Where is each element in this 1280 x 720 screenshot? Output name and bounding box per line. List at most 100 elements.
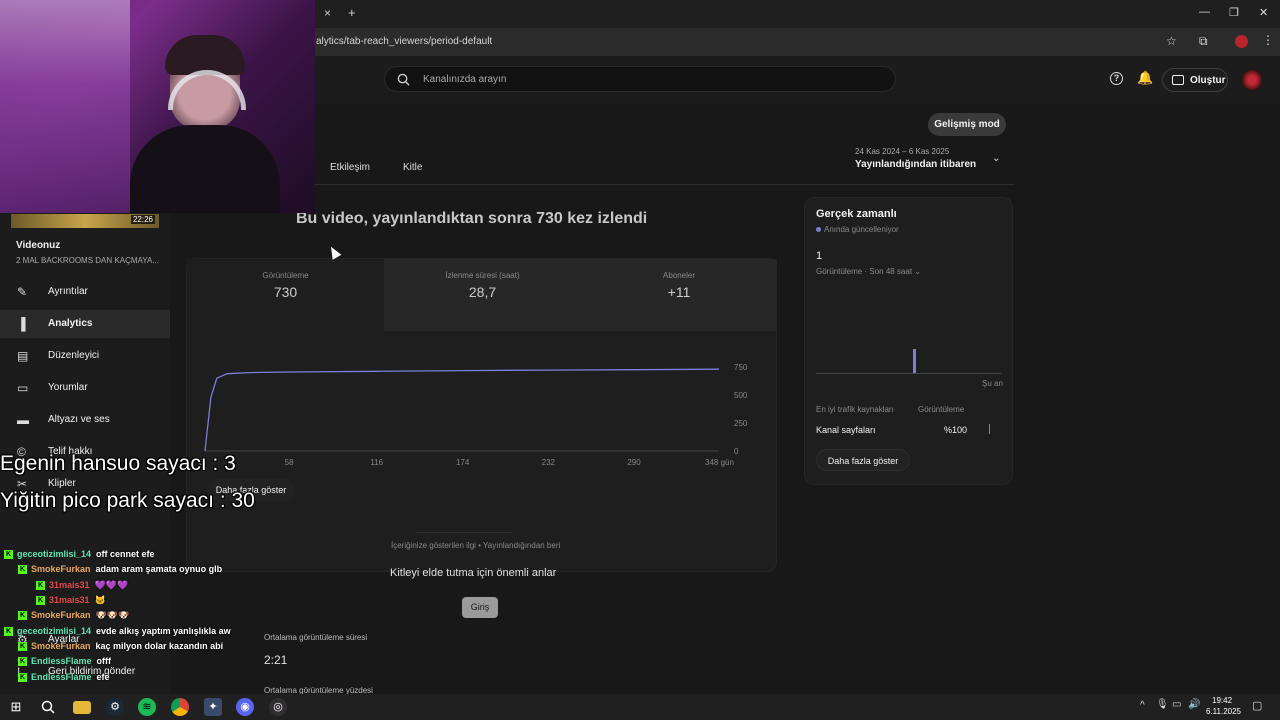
obs-icon[interactable]: ◎ [269, 698, 287, 716]
x-tick-label: 174 [456, 458, 470, 467]
chat-user: SmokeFurkan [31, 641, 91, 651]
kick-badge-icon: K [18, 673, 27, 683]
chat-message: K EndlessFlame offf [18, 656, 111, 671]
subtitles-icon: ▬ [17, 413, 29, 427]
chat-message: K SmokeFurkan 🐶🐶🐶 [18, 610, 129, 625]
chrome-icon[interactable] [171, 698, 189, 716]
metric-subscribers[interactable]: Aboneler +11 [581, 259, 777, 331]
video-thumbnail[interactable]: 22:26 [11, 214, 159, 228]
menu-dots-icon[interactable]: ⋮ [1262, 33, 1274, 47]
metric-value: +11 [667, 284, 691, 300]
views-chart: 75050025000 58 116 174 232 290 348 gün [199, 363, 748, 467]
kick-badge-icon: K [18, 565, 27, 575]
create-button[interactable]: Oluştur [1162, 68, 1228, 92]
sidebar-item-label: Yorumlar [48, 382, 88, 393]
sidebar-item-details[interactable]: ✎ Ayrıntılar [0, 278, 170, 306]
create-video-icon [1172, 75, 1184, 85]
sidebar-item-comments[interactable]: ▭ Yorumlar [0, 374, 170, 402]
discord-icon[interactable]: ◉ [236, 698, 254, 716]
restore-icon[interactable]: ❐ [1229, 6, 1239, 19]
intro-button[interactable]: Giriş [462, 597, 498, 618]
help-icon[interactable]: ? [1110, 72, 1123, 85]
key-moments-title: Kitleyi elde tutma için önemli anlar [390, 567, 557, 579]
realtime-title: Gerçek zamanlı [816, 208, 897, 220]
notification-center-icon[interactable]: ▢ [1252, 699, 1262, 712]
windows-taskbar: ⊞ ⚙ ≋ ✦ ◉ ◎ ^ 🎙 ▭ 🔊 19:42 6.11.2025 ▢ [0, 694, 1280, 720]
webcam-person-body [130, 125, 280, 213]
sidebar-item-label: Analytics [48, 318, 93, 329]
sidebar-item-analytics[interactable]: ▐ Analytics [0, 310, 170, 338]
chat-user: 31mais31 [49, 580, 90, 590]
star-icon[interactable]: ☆ [1166, 34, 1177, 48]
realtime-views-dropdown[interactable]: Görüntüleme · Son 48 saat ⌄ [816, 267, 921, 276]
search-icon[interactable] [39, 698, 57, 716]
kick-badge-icon: K [18, 657, 27, 667]
tab-audience[interactable]: Kitle [403, 162, 422, 173]
search-box[interactable]: Kanalınızda arayın [384, 66, 896, 92]
metric-label: Görüntüleme [262, 271, 309, 280]
sidebar-item-label: Ayrıntılar [48, 286, 88, 297]
chat-user: 31mais31 [49, 595, 90, 605]
sidebar-item-subtitles[interactable]: ▬ Altyazı ve ses [0, 406, 170, 434]
chat-text: 🐱 [94, 595, 106, 605]
search-icon [397, 73, 410, 86]
search-input[interactable]: Kanalınızda arayın [423, 74, 506, 85]
insight-caption: İçeriğinize gösterilen ilgi • Yayınlandı… [391, 541, 561, 550]
chat-user: EndlessFlame [31, 672, 92, 682]
webcam-overlay [0, 0, 315, 213]
chat-text: 🐶🐶🐶 [95, 610, 130, 620]
network-icon[interactable]: ▭ [1172, 699, 1181, 710]
sidebar-item-editor[interactable]: ▤ Düzenleyici [0, 342, 170, 370]
traffic-source-name: Kanal sayfaları [816, 425, 876, 435]
kick-badge-icon: K [4, 550, 13, 560]
windows-start-icon[interactable]: ⊞ [7, 698, 25, 716]
page-headline: Bu video, yayınlandıktan sonra 730 kez i… [296, 210, 648, 227]
spotify-icon[interactable]: ≋ [138, 698, 156, 716]
x-tick-label: 58 [285, 458, 294, 467]
sidebar-item-label: Klipler [48, 478, 76, 489]
tab-engagement[interactable]: Etkileşim [330, 162, 370, 173]
kick-badge-icon: K [4, 627, 13, 637]
extensions-icon[interactable]: ⧉ [1199, 34, 1208, 49]
notifications-icon[interactable]: 🔔 [1137, 70, 1153, 86]
chevron-down-icon: ⌄ [992, 153, 1001, 164]
chat-user: EndlessFlame [31, 656, 92, 666]
kick-badge-icon: K [36, 581, 45, 591]
chat-message: K SmokeFurkan adam aram şamata oynuo glb [18, 564, 222, 579]
counter-overlay-1: Egenin hansuo sayacı : 3 [0, 452, 236, 475]
profile-icon[interactable] [1235, 35, 1248, 48]
realtime-show-more-button[interactable]: Daha fazla göster [816, 449, 910, 471]
comments-icon: ▭ [17, 381, 29, 395]
minimize-icon[interactable]: — [1199, 6, 1210, 18]
advanced-mode-button[interactable]: Gelişmiş mod [928, 113, 1006, 136]
new-tab-icon[interactable]: + [348, 5, 356, 20]
video-heading: Videonuz [16, 240, 61, 251]
traffic-source-value: %100 [944, 425, 968, 435]
date-display[interactable]: 6.11.2025 [1206, 707, 1241, 716]
editor-icon: ▤ [17, 349, 29, 363]
avg-view-duration-label: Ortalama görüntüleme süresi [264, 633, 368, 642]
close-tab-icon[interactable]: × [324, 6, 331, 20]
app-icon[interactable]: ✦ [204, 698, 222, 716]
tray-chevron-icon[interactable]: ^ [1140, 700, 1145, 711]
date-range-selector[interactable]: 24 Kas 2024 – 6 Kas 2025 Yayınlandığında… [855, 147, 1010, 177]
close-window-icon[interactable]: ✕ [1259, 6, 1268, 19]
y-tick-label: 0 [734, 447, 739, 456]
realtime-card: Gerçek zamanlı Anında güncelleniyor 1 Gö… [804, 197, 1013, 485]
now-label: Şu an [982, 379, 1003, 388]
steam-icon[interactable]: ⚙ [106, 698, 124, 716]
metric-views[interactable]: Görüntüleme 730 [187, 259, 384, 331]
metric-watch-time[interactable]: İzlenme süresi (saat) 28,7 [384, 259, 581, 331]
video-duration: 22:26 [130, 215, 155, 224]
overview-card: Görüntüleme 730 İzlenme süresi (saat) 28… [186, 258, 777, 572]
chat-user: geceotizimlisi_14 [17, 626, 92, 636]
views-header: Görüntüleme [918, 405, 965, 414]
microphone-icon[interactable]: 🎙 [1156, 699, 1169, 710]
sidebar-item-label: Düzenleyici [48, 350, 100, 361]
file-explorer-icon[interactable] [73, 701, 91, 714]
volume-icon[interactable]: 🔊 [1188, 699, 1200, 710]
channel-avatar[interactable] [1242, 70, 1262, 90]
chat-text: offf [96, 656, 112, 666]
url-text[interactable]: alytics/tab-reach_viewers/period-default [316, 36, 492, 47]
time-display[interactable]: 19:42 [1212, 696, 1232, 705]
